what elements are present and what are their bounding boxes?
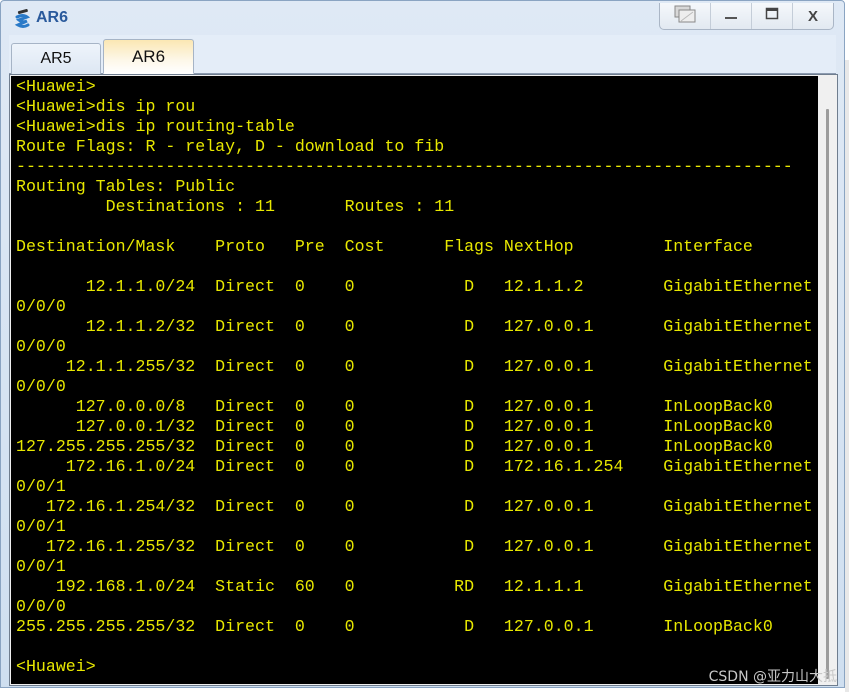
terminal-line: 0/0/1	[16, 557, 66, 576]
terminal-line: 127.0.0.1/32 Direct 0 0 D 127.0.0.1 InLo…	[16, 417, 773, 436]
terminal-line: 0/0/1	[16, 517, 66, 536]
title-bar[interactable]: AR6 X	[1, 1, 844, 35]
window-title: AR6	[36, 9, 69, 26]
maximize-icon	[765, 7, 779, 25]
terminal-console[interactable]: <Huawei> <Huawei>dis ip rou <Huawei>dis ip…	[11, 76, 818, 684]
terminal-line: 0/0/0	[16, 377, 66, 396]
terminal-line: Destination/Mask Proto Pre Cost Flags Ne…	[16, 237, 753, 256]
restore-windows-icon	[673, 5, 697, 27]
tab-ar6[interactable]: AR6	[103, 39, 194, 74]
terminal-line: 172.16.1.255/32 Direct 0 0 D 127.0.0.1 G…	[16, 537, 813, 556]
tab-label: AR6	[131, 46, 166, 66]
router-icon	[13, 8, 33, 29]
background-edge	[845, 60, 849, 692]
terminal-line: 0/0/0	[16, 297, 66, 316]
device-tabs: AR5 AR6	[9, 35, 836, 74]
watermark: CSDN @亚力山大抵	[708, 669, 837, 685]
terminal-line: Routing Tables: Public	[16, 177, 236, 196]
window-controls: X	[659, 3, 834, 30]
terminal-frame: <Huawei> <Huawei>dis ip rou <Huawei>dis ip…	[9, 74, 838, 686]
terminal-line: 12.1.1.255/32 Direct 0 0 D 127.0.0.1 Gig…	[16, 357, 813, 376]
terminal-line: 127.0.0.0/8 Direct 0 0 D 127.0.0.1 InLoo…	[16, 397, 773, 416]
terminal-line: <Huawei>	[16, 77, 96, 96]
terminal-line: 0/0/1	[16, 477, 66, 496]
close-button[interactable]: X	[792, 3, 833, 29]
terminal-line: 127.255.255.255/32 Direct 0 0 D 127.0.0.…	[16, 437, 773, 456]
terminal-line: <Huawei>dis ip rou	[16, 97, 196, 116]
close-icon: X	[807, 7, 818, 25]
terminal-line: 0/0/0	[16, 597, 66, 616]
tab-ar5[interactable]: AR5	[11, 43, 101, 74]
minimize-icon	[724, 7, 738, 25]
router-console-window: AR6 X AR5 AR6 <Huawei> <Huawei>dis ip ro…	[0, 0, 845, 688]
terminal-line: 172.16.1.254/32 Direct 0 0 D 127.0.0.1 G…	[16, 497, 813, 516]
terminal-line: 192.168.1.0/24 Static 60 0 RD 12.1.1.1 G…	[16, 577, 813, 596]
terminal-line: 255.255.255.255/32 Direct 0 0 D 127.0.0.…	[16, 617, 773, 636]
terminal-line: 12.1.1.0/24 Direct 0 0 D 12.1.1.2 Gigabi…	[16, 277, 813, 296]
terminal-line: <Huawei>dis ip routing-table	[16, 117, 295, 136]
terminal-line: 12.1.1.2/32 Direct 0 0 D 127.0.0.1 Gigab…	[16, 317, 813, 336]
restore-button[interactable]	[660, 3, 710, 29]
terminal-line: 0/0/0	[16, 337, 66, 356]
terminal-line: <Huawei>	[16, 657, 96, 676]
terminal-line: ----------------------------------------…	[16, 157, 793, 176]
maximize-button[interactable]	[751, 3, 792, 29]
terminal-output: <Huawei> <Huawei>dis ip rou <Huawei>dis ip…	[16, 77, 813, 677]
vertical-scrollbar[interactable]	[819, 76, 837, 684]
scrollbar-thumb[interactable]	[826, 109, 829, 679]
terminal-line: 172.16.1.0/24 Direct 0 0 D 172.16.1.254 …	[16, 457, 813, 476]
minimize-button[interactable]	[710, 3, 751, 29]
terminal-line: Destinations : 11 Routes : 11	[16, 197, 455, 216]
terminal-line: Route Flags: R - relay, D - download to …	[16, 137, 445, 156]
tab-label: AR5	[40, 50, 72, 67]
